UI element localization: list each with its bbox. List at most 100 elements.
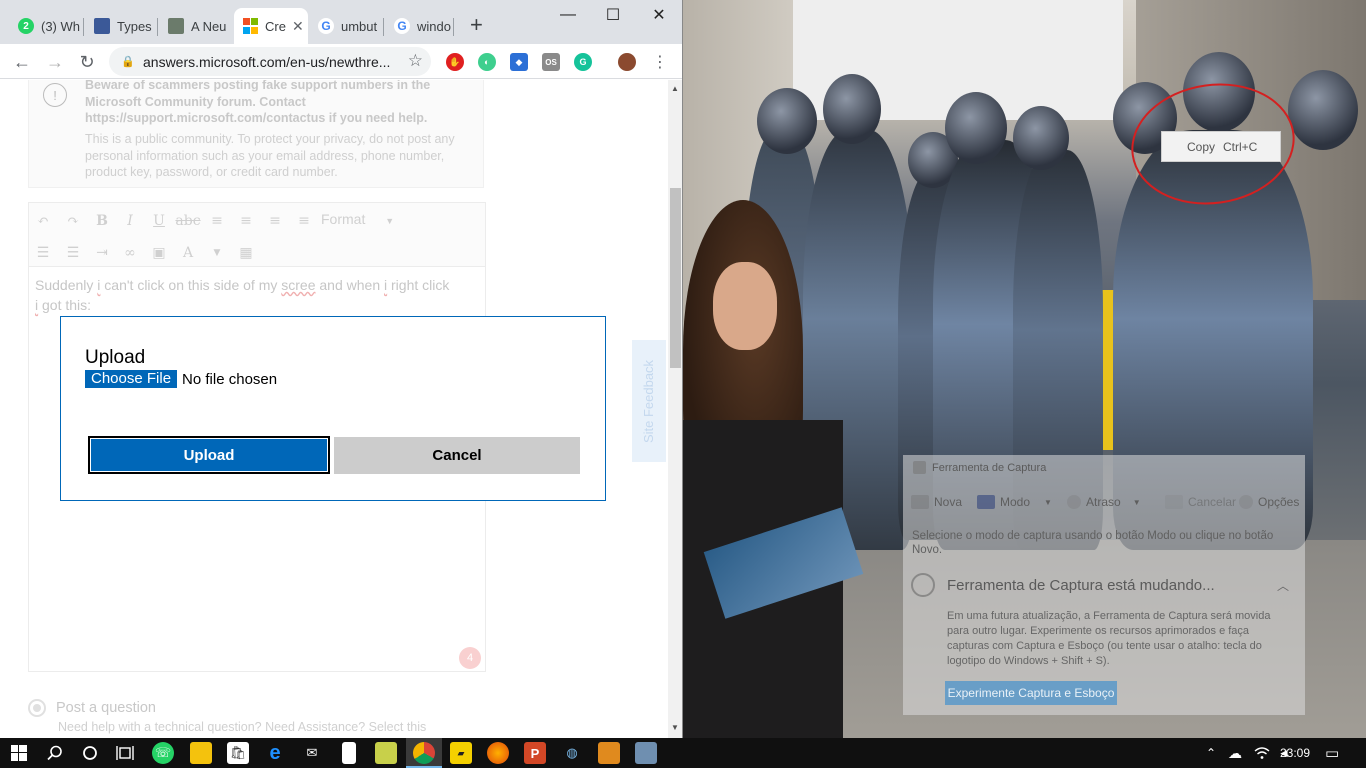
indent-icon[interactable]: ⇥ (92, 243, 112, 263)
tab-google-windo[interactable]: G windo (386, 8, 454, 44)
powerpoint-icon[interactable]: P (524, 742, 546, 764)
forward-icon[interactable]: → (43, 50, 67, 74)
scroll-down-icon[interactable]: ▼ (671, 723, 679, 732)
align-left-icon[interactable]: ≡ (207, 211, 227, 231)
avatar[interactable] (618, 53, 636, 71)
scissors-icon (913, 461, 926, 474)
format-dropdown[interactable]: Format ▼ (321, 211, 411, 231)
snipping-notice-title: Ferramenta de Captura está mudando... (947, 576, 1215, 594)
post-question-radio[interactable] (28, 699, 46, 717)
bold-icon[interactable]: B (92, 211, 112, 231)
star-icon[interactable]: ☆ (408, 51, 423, 71)
url-text: answers.microsoft.com/en-us/newthre... (143, 53, 391, 70)
wifi-icon[interactable] (1254, 738, 1270, 768)
snipping-tool-icon[interactable] (635, 742, 657, 764)
search-icon[interactable] (44, 742, 66, 764)
file-explorer-icon[interactable] (190, 742, 212, 764)
snipping-toolbar: Nova Modo ▼ Atraso ▼ Cancelar Opções (903, 485, 1305, 517)
redo-icon[interactable]: ↷ (63, 211, 83, 231)
store-icon[interactable]: 🛍 (227, 742, 249, 764)
cortana-icon[interactable] (79, 742, 101, 764)
tab-google-umbut[interactable]: G umbut (310, 8, 384, 44)
page-scrollbar[interactable]: ▲ ▼ (668, 80, 682, 738)
strikethrough-icon[interactable]: abc (175, 211, 200, 231)
image-icon[interactable]: ▣ (149, 243, 169, 263)
upload-button[interactable]: Upload (88, 436, 330, 474)
new-tab-button[interactable]: + (470, 13, 483, 37)
close-window-button[interactable]: ✕ (636, 0, 682, 30)
scroll-up-icon[interactable]: ▲ (671, 84, 679, 93)
cancel-button[interactable]: Cancel (334, 437, 580, 474)
photo-helmet (823, 74, 881, 144)
extension-blue-icon[interactable]: ◆ (510, 53, 528, 71)
tab-whatsapp[interactable]: 2 (3) Wh (10, 8, 84, 44)
scrollbar-thumb[interactable] (670, 188, 681, 368)
context-menu[interactable]: Copy Ctrl+C (1161, 131, 1281, 162)
back-icon[interactable]: ← (10, 50, 34, 74)
tab-neural[interactable]: A Neu (160, 8, 232, 44)
try-snip-sketch-button[interactable]: Experimente Captura e Esboço (945, 681, 1117, 705)
gear-icon (1239, 495, 1253, 509)
post-question-label: Post a question (56, 700, 156, 716)
notification-icon[interactable]: ▭ (1325, 738, 1339, 768)
grammarly-icon[interactable]: G (574, 53, 592, 71)
snipping-new-button[interactable]: Nova (911, 495, 962, 509)
show-hidden-icons[interactable]: ⌃ (1206, 738, 1216, 768)
minimize-button[interactable]: — (545, 0, 591, 30)
document-icon[interactable] (342, 742, 356, 764)
onedrive-icon[interactable]: ☁ (1228, 738, 1242, 768)
edge-icon[interactable]: e (264, 742, 286, 764)
site-feedback-label: Site Feedback (641, 359, 657, 443)
font-color-icon[interactable]: A (178, 243, 198, 263)
numbered-list-icon[interactable]: ☰ (63, 243, 83, 263)
snipping-options-button[interactable]: Opções (1239, 495, 1299, 509)
chevron-up-icon[interactable]: ︿ (1277, 577, 1297, 594)
tab-create-active[interactable]: Cre ✕ (234, 8, 308, 44)
clock[interactable]: 23:09 (1280, 738, 1310, 768)
menu-icon[interactable]: ⋮ (648, 50, 672, 74)
justify-icon[interactable]: ≡ (294, 211, 314, 231)
link-icon[interactable]: ∞ (120, 243, 140, 263)
info-icon: ! (43, 83, 67, 107)
notice-privacy-text: This is a public community. To protect y… (85, 132, 455, 179)
app-icon[interactable]: ▰ (450, 742, 472, 764)
photo-helmet (757, 88, 817, 154)
whatsapp-icon[interactable]: ☏ (152, 742, 174, 764)
dialog-title: Upload (85, 347, 146, 368)
extension-os-icon[interactable]: OS (542, 53, 560, 71)
chrome-icon[interactable] (413, 742, 435, 764)
table-icon[interactable]: ▦ (236, 243, 256, 263)
chevron-down-icon[interactable]: ▼ (207, 243, 227, 263)
bullet-list-icon[interactable]: ☰ (33, 243, 53, 263)
context-copy-label[interactable]: Copy (1187, 140, 1215, 154)
snipping-delay-button[interactable]: Atraso ▼ (1067, 495, 1141, 509)
mail-icon[interactable]: ✉ (301, 742, 323, 764)
task-view-icon[interactable] (114, 742, 136, 764)
windows-start-icon[interactable] (8, 742, 30, 764)
snipping-notice-header[interactable]: Ferramenta de Captura está mudando... ︿ (911, 573, 1297, 597)
tab-label: Cre (265, 18, 286, 34)
snipping-mode-button[interactable]: Modo ▼ (977, 495, 1052, 509)
address-bar[interactable]: 🔒 answers.microsoft.com/en-us/newthre...… (109, 47, 431, 76)
app-icon[interactable] (598, 742, 620, 764)
close-tab-icon[interactable]: ✕ (292, 18, 304, 35)
adblock-icon[interactable]: ✋ (446, 53, 464, 71)
firefox-icon[interactable] (487, 742, 509, 764)
notes-icon[interactable] (375, 742, 397, 764)
reload-icon[interactable]: ↻ (75, 50, 99, 74)
site-feedback-tab[interactable]: Site Feedback (632, 340, 666, 462)
underline-icon[interactable]: U (149, 211, 169, 231)
tab-label: umbut (341, 18, 378, 34)
undo-icon[interactable]: ↶ (33, 211, 53, 231)
extension-green-icon[interactable]: ◐ (478, 53, 496, 71)
align-center-icon[interactable]: ≡ (236, 211, 256, 231)
choose-file-button[interactable]: Choose File (85, 370, 178, 388)
app-icon[interactable]: ◍ (561, 742, 583, 764)
snipping-cancel-button[interactable]: Cancelar (1165, 495, 1236, 509)
tab-types[interactable]: Types (86, 8, 158, 44)
maximize-button[interactable]: ☐ (590, 0, 636, 30)
align-right-icon[interactable]: ≡ (265, 211, 285, 231)
text-fragment: and when (315, 277, 384, 293)
whatsapp-icon: 2 (18, 18, 34, 34)
italic-icon[interactable]: I (120, 211, 140, 231)
